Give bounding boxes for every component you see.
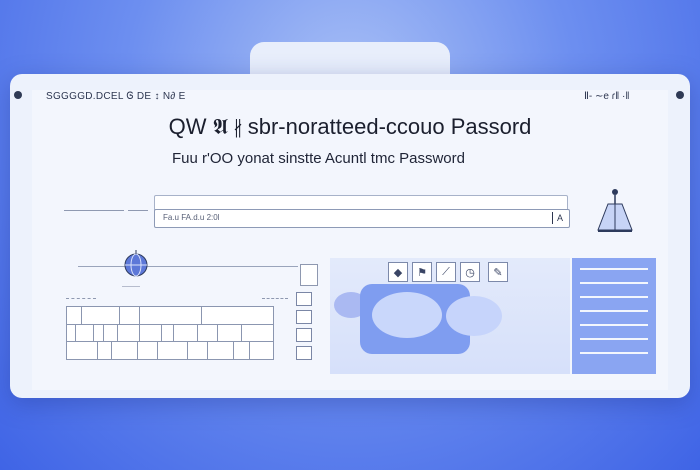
list-line [580,324,648,326]
divider-line [64,210,124,211]
divider-line [78,266,298,267]
grid-cell[interactable] [97,341,112,359]
grid-cell[interactable] [117,324,140,341]
grid-cell[interactable] [139,307,202,324]
clock-icon[interactable]: ◷ [460,262,480,282]
slash-icon[interactable]: ⟋ [436,262,456,282]
data-grid [66,306,274,360]
illustration-shape [372,292,442,338]
grid-cell[interactable] [81,307,120,324]
grid-cell[interactable] [139,324,162,341]
doc-icon[interactable] [296,328,312,342]
text-cursor [552,212,553,224]
grid-cell[interactable] [67,307,82,324]
list-line [580,268,648,270]
illustration-shape [446,296,502,336]
password-placeholder: Fa.u FA.d.u 2:0l [163,213,220,222]
grid-cell[interactable] [157,341,188,359]
grid-cell[interactable] [67,341,98,359]
flag-icon[interactable]: ⚑ [412,262,432,282]
divider-line [262,298,288,299]
list-line [580,352,648,354]
page-subtitle: Fuu r'OO yonat sinstte Acuntl tmc Passwo… [172,150,465,167]
divider-line [128,210,148,211]
grid-cell[interactable] [217,324,242,341]
password-field[interactable]: Fa.u FA.d.u 2:0l A [154,209,570,228]
doc-icon[interactable] [296,292,312,306]
side-icon-column [296,292,316,372]
list-line [580,282,648,284]
doc-icon[interactable] [296,346,312,360]
globe-caption: ——— [122,284,140,290]
header-right-label: Ⅱ- ∼e ɾ‖ ·‖ [584,91,630,102]
side-box[interactable] [300,264,318,286]
doc-icon[interactable] [296,310,312,324]
field-icon[interactable]: A [557,213,563,223]
list-line [580,310,648,312]
grid-cell[interactable] [111,341,138,359]
grid-cell[interactable] [233,341,250,359]
divider-line [66,298,96,299]
list-line [580,296,648,298]
list-panel [572,258,656,374]
page-title: QW 𝕬 ∦ sbr-noratteed-ccouo Passord [168,114,532,139]
grid-cell[interactable] [137,341,158,359]
list-line [580,338,648,340]
grid-cell[interactable] [75,324,94,341]
diamond-icon[interactable]: ◆ [388,262,408,282]
window-dot-right [676,91,684,99]
grid-cell[interactable] [173,324,198,341]
window-dot-left [14,91,22,99]
edit-icon[interactable]: ✎ [488,262,508,282]
globe-icon [124,250,148,277]
grid-cell[interactable] [103,324,118,341]
grid-cell[interactable] [207,341,234,359]
grid-cell[interactable] [187,341,208,359]
lamp-icon [597,189,633,232]
grid-cell[interactable] [197,324,218,341]
grid-cell[interactable] [119,307,140,324]
header-left-label: SGGGGD.DCEL Ꮆ DE ↕ N∂ E [46,91,186,102]
